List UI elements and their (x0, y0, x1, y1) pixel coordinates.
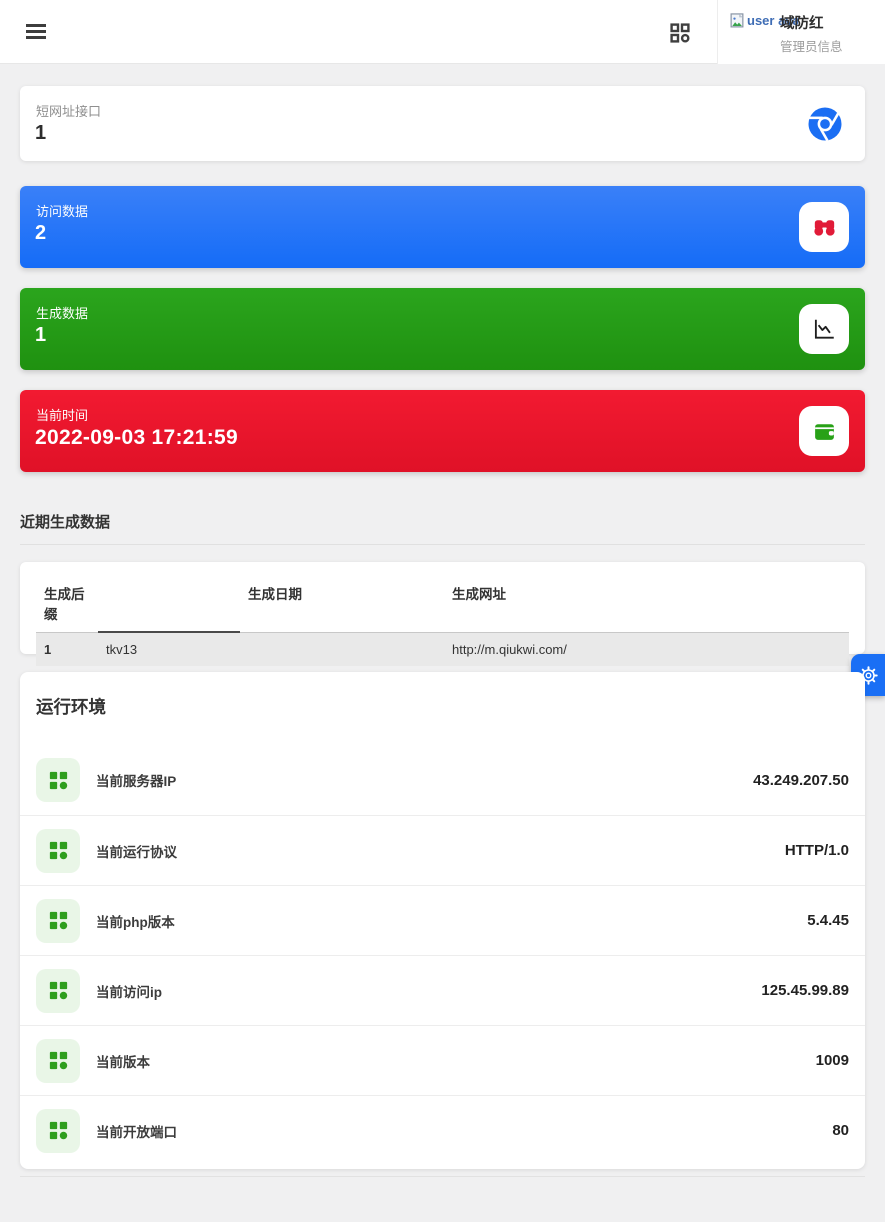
top-bar: user avatar 域防红 管理员信息 (0, 0, 885, 64)
user-role: 管理员信息 (780, 36, 843, 55)
env-row-version: 当前版本 1009 (20, 1025, 865, 1095)
table-cell-date (240, 633, 444, 666)
broken-image-icon (730, 13, 745, 28)
line-chart-icon (799, 304, 849, 354)
menu-icon[interactable] (26, 24, 48, 40)
recent-table: 生成后缀 生成日期 生成网址 1 tkv13 http://m.qiukwi.c… (36, 576, 849, 666)
env-row-protocol: 当前运行协议 HTTP/1.0 (20, 815, 865, 885)
stat-label: 短网址接口 (36, 101, 101, 120)
user-name: 域防红 (780, 12, 824, 33)
section-divider (20, 544, 865, 545)
recent-section-title: 近期生成数据 (20, 511, 110, 532)
table-cell-url: http://m.qiukwi.com/ (444, 633, 849, 666)
table-cell-index: 1 (36, 633, 98, 666)
env-value: 1009 (816, 1052, 849, 1069)
col-header-date[interactable]: 生成日期 (240, 576, 444, 633)
env-value: HTTP/1.0 (785, 842, 849, 859)
stat-label: 访问数据 (36, 201, 88, 220)
env-label: 当前访问ip (96, 981, 162, 1001)
footer-divider (20, 1176, 865, 1177)
stat-label: 生成数据 (36, 303, 88, 322)
stat-value: 2 (35, 222, 46, 245)
dashboard-page: user avatar 域防红 管理员信息 短网址接口 1 访问数据 2 (0, 0, 885, 1222)
stat-card-current-time: 当前时间 2022-09-03 17:21:59 (20, 390, 865, 472)
stat-label: 当前时间 (36, 405, 88, 424)
wallet-icon (799, 406, 849, 456)
env-row-open-port: 当前开放端口 80 (20, 1095, 865, 1165)
col-header-url[interactable]: 生成网址 (444, 576, 849, 633)
env-row-visitor-ip: 当前访问ip 125.45.99.89 (20, 955, 865, 1025)
stat-card-visits: 访问数据 2 (20, 186, 865, 268)
env-value: 5.4.45 (807, 912, 849, 929)
env-row-server-ip: 当前服务器IP 43.249.207.50 (20, 745, 865, 815)
grid-dot-icon (36, 899, 80, 943)
grid-dot-icon (36, 1039, 80, 1083)
env-label: 当前php版本 (96, 911, 175, 931)
chrome-icon (807, 106, 843, 142)
env-value: 80 (832, 1122, 849, 1139)
env-value: 125.45.99.89 (761, 982, 849, 999)
stat-card-generated: 生成数据 1 (20, 288, 865, 370)
env-row-php-version: 当前php版本 5.4.45 (20, 885, 865, 955)
grid-dot-icon (36, 969, 80, 1013)
stat-value: 2022-09-03 17:21:59 (35, 426, 238, 450)
env-label: 当前开放端口 (96, 1121, 177, 1141)
grid-dot-icon (36, 1109, 80, 1153)
stat-value: 1 (35, 324, 46, 347)
env-label: 当前服务器IP (96, 770, 176, 790)
env-card: 运行环境 当前服务器IP 43.249.207.50 (20, 672, 865, 1169)
binoculars-icon (799, 202, 849, 252)
apps-grid-icon[interactable] (668, 21, 692, 45)
stat-card-short-url: 短网址接口 1 (20, 86, 865, 161)
recent-table-card: 生成后缀 生成日期 生成网址 1 tkv13 http://m.qiukwi.c… (20, 562, 865, 654)
env-label: 当前运行协议 (96, 841, 177, 861)
grid-dot-icon (36, 758, 80, 802)
stat-value: 1 (35, 122, 46, 145)
table-cell-suffix: tkv13 (98, 633, 240, 666)
env-value: 43.249.207.50 (753, 772, 849, 789)
grid-dot-icon (36, 829, 80, 873)
user-menu[interactable]: user avatar 域防红 管理员信息 (717, 0, 885, 64)
col-header-empty[interactable] (98, 576, 240, 633)
env-title: 运行环境 (20, 694, 865, 719)
col-header-suffix[interactable]: 生成后缀 (36, 576, 98, 633)
env-label: 当前版本 (96, 1051, 150, 1071)
